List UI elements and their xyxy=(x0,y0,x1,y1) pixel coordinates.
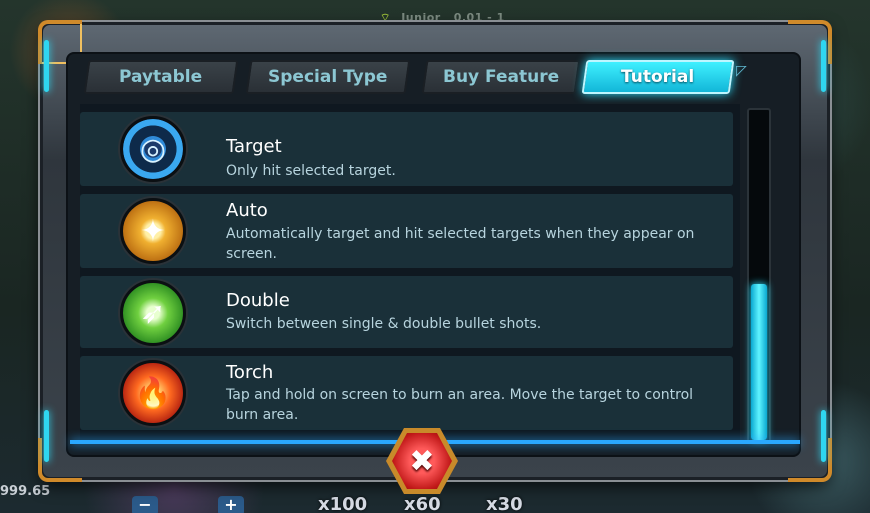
torch-icon: 🔥 xyxy=(120,360,186,426)
close-icon: ✖ xyxy=(409,443,435,479)
tab-label: Buy Feature xyxy=(442,67,560,87)
balance-value: 999.65 xyxy=(0,484,51,499)
tab-buy-feature[interactable]: Buy Feature xyxy=(421,60,581,94)
item-description: Tap and hold on screen to burn an area. … xyxy=(226,387,694,423)
frame-light xyxy=(44,410,49,462)
frame-light xyxy=(821,40,826,92)
bet-plus-button[interactable]: + xyxy=(218,496,244,513)
tab-bar: Paytable Special Type Buy Feature Tutori… xyxy=(83,60,735,96)
multiplier-label: x60 xyxy=(404,494,441,513)
tab-label: Special Type xyxy=(268,67,388,87)
tab-paytable[interactable]: Paytable xyxy=(83,60,239,94)
tab-tutorial[interactable]: Tutorial xyxy=(581,60,735,94)
item-description: Switch between single & double bullet sh… xyxy=(226,316,542,332)
item-description: Only hit selected target. xyxy=(226,163,396,179)
tab-label: Paytable xyxy=(119,67,203,87)
item-title: Torch xyxy=(226,362,274,383)
item-title: Target xyxy=(226,136,282,157)
frame-light xyxy=(821,410,826,462)
frame-light xyxy=(44,40,49,92)
tab-special-type[interactable]: Special Type xyxy=(245,60,411,94)
item-title: Double xyxy=(226,290,290,311)
tab-label: Tutorial xyxy=(621,67,695,87)
bet-minus-button[interactable]: − xyxy=(132,496,158,513)
item-description: Automatically target and hit selected ta… xyxy=(226,226,695,262)
double-icon: ➶ xyxy=(120,280,186,346)
tutorial-list: ◎ Target Only hit selected target. ✦ Aut… xyxy=(80,104,740,440)
corner-deco-icon: ◸ xyxy=(736,63,747,79)
multiplier-label: x100 xyxy=(318,494,368,513)
list-item: ✦ Auto Automatically target and hit sele… xyxy=(80,194,733,268)
auto-icon: ✦ xyxy=(120,198,186,264)
scrollbar-thumb[interactable] xyxy=(751,284,767,440)
target-icon: ◎ xyxy=(120,116,186,182)
item-title: Auto xyxy=(226,200,268,221)
list-item: ◎ Target Only hit selected target. xyxy=(80,112,733,186)
list-item: ➶ Double Switch between single & double … xyxy=(80,276,733,348)
list-item: 🔥 Torch Tap and hold on screen to burn a… xyxy=(80,356,733,430)
multiplier-label: x30 xyxy=(486,494,523,513)
